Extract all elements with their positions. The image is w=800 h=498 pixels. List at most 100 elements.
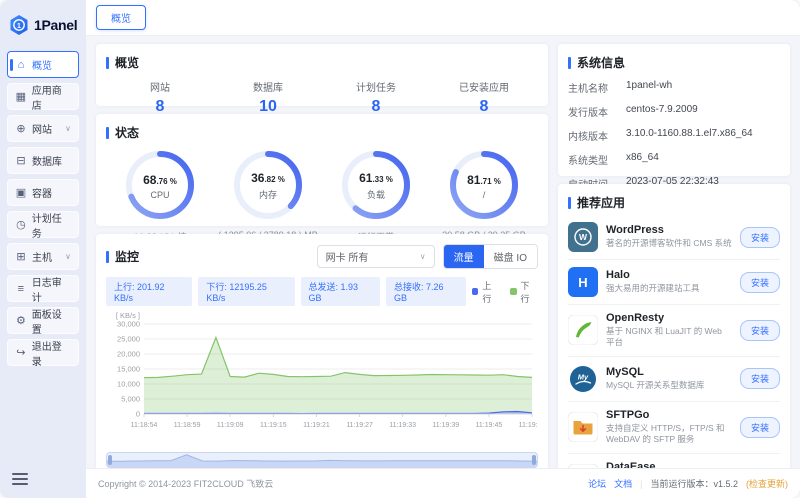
sidebar-collapse-button[interactable] [12, 470, 28, 488]
check-update-link[interactable]: (检查更新) [746, 477, 788, 490]
logs-icon: ≡ [17, 282, 25, 295]
install-button[interactable]: 安装 [739, 368, 780, 390]
sidebar-item-overview[interactable]: ⌂ 概览 [7, 51, 79, 78]
sidebar-item-label: 网站 [32, 125, 52, 136]
svg-text:11:19:39: 11:19:39 [432, 422, 459, 429]
svg-text:20,000: 20,000 [117, 350, 140, 359]
sidebar-item-settings[interactable]: ⚙ 面板设置 [7, 307, 79, 336]
sidebar-item-logs[interactable]: ≡ 日志审计 [7, 275, 79, 304]
svg-text:11:18:59: 11:18:59 [174, 422, 201, 429]
sidebar-item-label: 容器 [32, 189, 52, 200]
svg-text:11:19:21: 11:19:21 [303, 422, 330, 429]
tab-bar: 概览 [86, 0, 800, 36]
monitor-card: 监控 网卡 所有 ∨ 流量 磁盘 IO 上行: 201.92 KB/s 下行: … [96, 234, 548, 468]
svg-text:10,000: 10,000 [117, 380, 140, 389]
system-info-card: 系统信息 主机名称 1panel-wh 发行版本 centos-7.9.2009 内… [558, 44, 790, 215]
legend-up[interactable]: 上行 [471, 279, 500, 305]
zoom-handle-right[interactable] [532, 455, 536, 465]
halo-icon: H [568, 267, 598, 297]
sidebar-item-label: 日志审计 [31, 277, 62, 304]
footer-divider: | [640, 478, 643, 489]
container-icon: ▣ [15, 187, 27, 199]
docs-link[interactable]: 文档 [614, 477, 632, 490]
install-button[interactable]: 安装 [739, 226, 780, 248]
svg-text:0: 0 [136, 410, 140, 419]
svg-text:[ KB/s ]: [ KB/s ] [116, 311, 140, 320]
footer: Copyright © 2014-2023 FIT2CLOUD 飞致云 论坛 文… [86, 468, 800, 498]
svg-text:11:19:45: 11:19:45 [476, 422, 503, 429]
legend-down[interactable]: 下行 [509, 279, 538, 305]
sidebar-item-label: 主机 [32, 253, 52, 264]
sidebar-item-host[interactable]: ⊞ 主机 ∨ [7, 243, 79, 270]
stat-cronjobs[interactable]: 计划任务 8 [322, 79, 430, 116]
stat-installed-apps[interactable]: 已安装应用 8 [430, 79, 538, 116]
install-button[interactable]: 安装 [739, 416, 780, 438]
svg-text:W: W [579, 232, 588, 242]
sidebar-item-label: 应用商店 [31, 85, 62, 112]
copyright-text: Copyright © 2014-2023 FIT2CLOUD 飞致云 [98, 479, 274, 489]
network-card-select[interactable]: 网卡 所有 ∨ [316, 245, 435, 268]
recommended-apps-title: 推荐应用 [568, 194, 780, 211]
stat-websites[interactable]: 网站 8 [106, 79, 214, 116]
logo-text: 1Panel [34, 17, 78, 33]
chevron-down-icon: ∨ [419, 252, 426, 261]
overview-card: 概览 网站 8 数据库 10 计划任务 8 已安装应用 8 [96, 44, 548, 115]
forum-link[interactable]: 论坛 [588, 477, 606, 490]
traffic-mode-button[interactable]: 流量 [443, 245, 484, 268]
sidebar-item-label: 概览 [32, 61, 52, 72]
disk-io-mode-button[interactable]: 磁盘 IO [483, 245, 537, 268]
sidebar-item-label: 数据库 [32, 157, 62, 168]
sidebar-item-container[interactable]: ▣ 容器 [7, 179, 79, 206]
svg-text:11:19:33: 11:19:33 [389, 422, 416, 429]
svg-text:5,000: 5,000 [121, 395, 140, 404]
sidebar-item-database[interactable]: ⊟ 数据库 [7, 147, 79, 174]
sidebar-item-label: 退出登录 [31, 341, 62, 368]
section-marker [568, 196, 571, 209]
sidebar-item-appstore[interactable]: ▦ 应用商店 [7, 83, 79, 112]
host-icon: ⊞ [16, 251, 26, 263]
section-marker [106, 56, 109, 69]
legend-down-dot [509, 288, 517, 295]
section-marker [106, 126, 109, 139]
app-row-wordpress: W WordPress 著名的开源博客软件和 CMS 系统 安装 [568, 215, 780, 260]
monitor-title: 监控 [106, 248, 139, 265]
gear-icon: ⚙ [15, 315, 26, 327]
info-row-kernel: 内核版本 3.10.0-1160.88.1.el7.x86_64 [568, 128, 753, 143]
svg-text:H: H [578, 275, 587, 290]
svg-text:30,000: 30,000 [117, 320, 140, 329]
logout-icon: ↪ [16, 347, 26, 359]
svg-text:My: My [578, 372, 589, 381]
sidebar-item-label: 计划任务 [31, 213, 62, 240]
stat-databases[interactable]: 数据库 10 [214, 79, 322, 116]
up-rate-badge: 上行: 201.92 KB/s [106, 277, 193, 306]
chevron-down-icon: ∨ [65, 252, 71, 261]
gauge-load: 61.33 % 负载 运行正常 [322, 147, 430, 243]
chart-zoom-slider[interactable] [106, 452, 538, 468]
1panel-dashboard: 1 1Panel ⌂ 概览 ▦ 应用商店 ⊕ 网站 ∨ ⊟ 数据库 ▣ 容器 ◷… [0, 0, 800, 498]
clock-icon: ◷ [16, 219, 26, 231]
info-row-distro: 发行版本 centos-7.9.2009 [568, 104, 698, 119]
mysql-icon: My [570, 365, 596, 392]
install-button[interactable]: 安装 [739, 271, 780, 293]
sidebar-item-logout[interactable]: ↪ 退出登录 [7, 339, 79, 368]
tab-overview[interactable]: 概览 [96, 5, 146, 30]
zoom-handle-left[interactable] [108, 455, 112, 465]
info-row-arch: 系统类型 x86_64 [568, 152, 659, 167]
logo[interactable]: 1 1Panel [0, 8, 86, 46]
svg-text:11:18:54: 11:18:54 [131, 422, 158, 429]
wordpress-icon: W [568, 222, 598, 252]
legend-up-dot [471, 288, 479, 295]
svg-text:11:19:51: 11:19:51 [519, 422, 538, 429]
sidebar-item-cronjob[interactable]: ◷ 计划任务 [7, 211, 79, 240]
svg-text:11:19:09: 11:19:09 [217, 422, 244, 429]
recommended-apps-card: 推荐应用 W WordPress 著名的开源博客软件和 CMS 系统 安装 H … [558, 184, 790, 468]
svg-text:25,000: 25,000 [117, 335, 140, 344]
main-content: 概览 网站 8 数据库 10 计划任务 8 已安装应用 8 状态 68.76 %… [86, 36, 800, 468]
sidebar-item-website[interactable]: ⊕ 网站 ∨ [7, 115, 79, 142]
svg-text:1: 1 [17, 23, 21, 30]
chart-legend: 上行 下行 [471, 279, 538, 305]
svg-text:15,000: 15,000 [117, 365, 140, 374]
appstore-icon: ▦ [15, 91, 27, 103]
install-button[interactable]: 安装 [739, 319, 780, 341]
down-rate-badge: 下行: 12195.25 KB/s [198, 277, 295, 306]
